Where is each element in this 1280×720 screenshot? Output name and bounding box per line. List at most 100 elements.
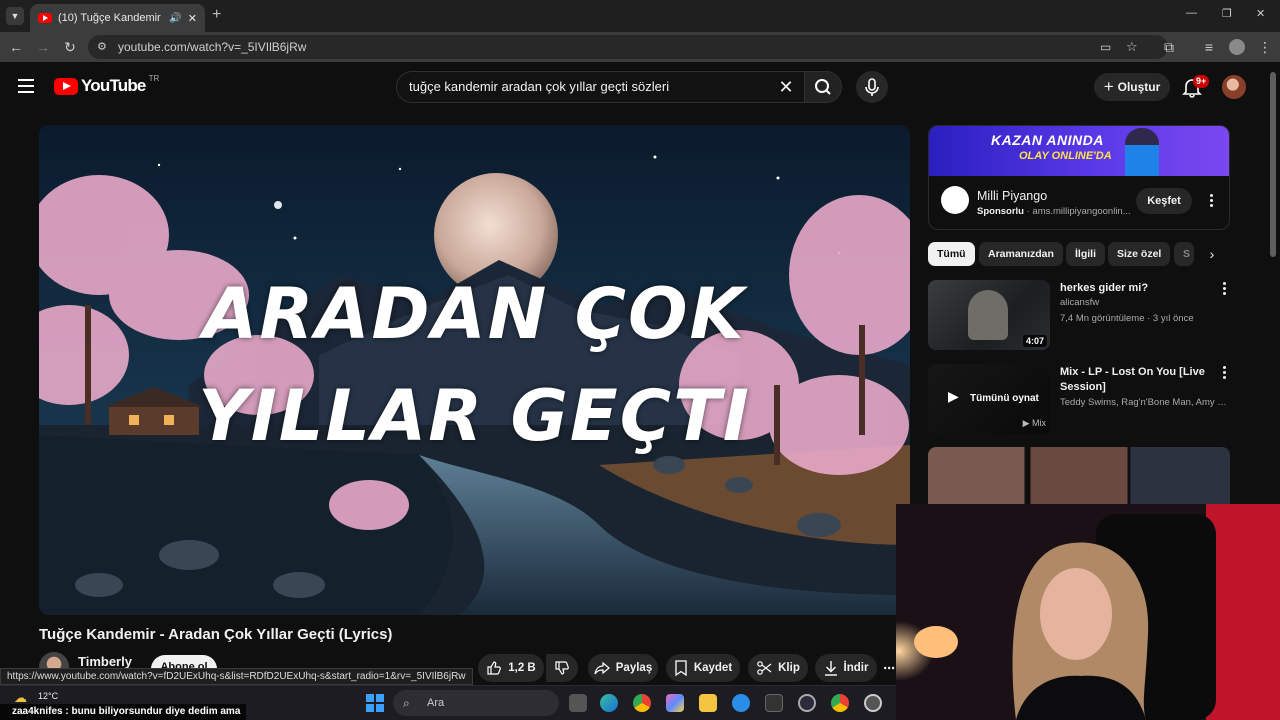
download-button[interactable]: İndir — [815, 654, 877, 682]
recommendation-thumbnail[interactable]: 4:07 — [928, 280, 1050, 350]
microphone-icon — [865, 78, 879, 96]
media-control-button[interactable]: ≡ — [1198, 32, 1220, 62]
more-actions-button[interactable]: ⋯ — [882, 654, 896, 682]
media-queue-icon: ≡ — [1204, 39, 1214, 55]
youtube-play-icon — [54, 77, 78, 95]
terminal-icon[interactable] — [765, 694, 783, 712]
dislike-button[interactable] — [546, 654, 578, 682]
save-button[interactable]: Kaydet — [666, 654, 740, 682]
edge-browser-icon[interactable] — [600, 694, 618, 712]
video-duration: 4:07 — [1022, 335, 1047, 347]
youtube-header: YouTube TR tuğçe kandemir aradan çok yıl… — [0, 62, 1280, 112]
recommendation-channel[interactable]: alicansfw — [1060, 297, 1230, 308]
ad-domain: · ams.millipiyangoonlin... — [1026, 206, 1131, 217]
chip-all[interactable]: Tümü — [928, 242, 975, 266]
video-title: Tuğçe Kandemir - Aradan Çok Yıllar Geçti… — [39, 626, 393, 643]
chip-related[interactable]: İlgili — [1066, 242, 1105, 266]
site-info-icon[interactable]: ⚙ — [97, 35, 107, 59]
search-button[interactable] — [804, 71, 842, 103]
url-bar[interactable]: ⚙ youtube.com/watch?v=_5IVIlB6jRw ▭ ☆ — [88, 35, 1168, 59]
recommendation-menu-icon[interactable] — [1217, 280, 1231, 298]
task-view-icon[interactable] — [569, 694, 587, 712]
recommendation-meta: 7,4 Mn görüntüleme · 3 yıl önce — [1060, 313, 1194, 324]
reload-button[interactable]: ↻ — [59, 32, 81, 62]
extensions-button[interactable]: ⧉ — [1158, 32, 1180, 62]
advertiser-name[interactable]: Milli Piyango — [977, 189, 1047, 203]
url-text: youtube.com/watch?v=_5IVIlB6jRw — [118, 40, 307, 54]
profile-avatar[interactable] — [1229, 39, 1245, 55]
chat-app-icon[interactable] — [732, 694, 750, 712]
chip-partial[interactable]: S — [1174, 242, 1194, 266]
mix-menu-icon[interactable] — [1217, 364, 1231, 382]
next-recommendation-thumbnail[interactable] — [928, 447, 1230, 507]
like-button[interactable]: 1,2 B — [478, 654, 544, 682]
taskbar-search[interactable]: ⌕ Ara — [393, 690, 559, 716]
youtube-favicon-icon — [38, 13, 52, 23]
search-input[interactable]: tuğçe kandemir aradan çok yıllar geçti s… — [396, 71, 804, 103]
clip-button[interactable]: Klip — [748, 654, 808, 682]
download-icon — [824, 661, 837, 676]
save-label: Kaydet — [693, 662, 733, 674]
sponsored-ad-card[interactable]: KAZAN ANINDA OLAY ONLINE'DA Milli Piyang… — [928, 125, 1230, 230]
browser-tab-bar: ▼ (10) Tuğçe Kandemir - Arad 🔊 ✕ + — ❐ ✕ — [0, 0, 1280, 32]
tab-close-icon[interactable]: ✕ — [188, 12, 197, 25]
arrow-right-icon: → — [36, 39, 50, 55]
restore-button[interactable]: ❐ — [1222, 7, 1232, 20]
browser-menu-button[interactable]: ⋮ — [1254, 32, 1276, 62]
chevron-right-icon: › — [1209, 246, 1215, 262]
search-icon: ⌕ — [403, 696, 410, 710]
video-frame-scenery — [39, 125, 910, 615]
obs-icon[interactable] — [798, 694, 816, 712]
chevron-down-icon: ▼ — [10, 11, 20, 21]
bookmark-star-icon[interactable]: ☆ — [1126, 35, 1138, 59]
chrome-icon[interactable] — [633, 694, 651, 712]
mix-badge-label: Mix — [1032, 418, 1046, 428]
voice-search-button[interactable] — [856, 71, 888, 103]
advertiser-logo[interactable] — [941, 186, 969, 214]
puzzle-icon: ⧉ — [1164, 39, 1174, 55]
create-button[interactable]: + Oluştur — [1094, 73, 1170, 101]
copilot-icon[interactable] — [666, 694, 684, 712]
close-window-button[interactable]: ✕ — [1256, 7, 1265, 20]
new-tab-button[interactable]: + — [212, 6, 221, 24]
back-button[interactable]: ← — [5, 32, 27, 62]
ad-banner-image[interactable]: KAZAN ANINDA OLAY ONLINE'DA — [929, 126, 1229, 176]
tab-search-button[interactable]: ▼ — [6, 7, 24, 25]
share-button[interactable]: Paylaş — [588, 654, 658, 682]
account-avatar[interactable] — [1222, 75, 1246, 99]
ad-explore-button[interactable]: Keşfet — [1136, 188, 1192, 214]
channel-name[interactable]: Timberly — [78, 654, 132, 669]
notification-count-badge: 9+ — [1193, 75, 1210, 88]
reload-icon: ↻ — [64, 39, 76, 55]
mix-title[interactable]: Mix - LP - Lost On You [Live Session] — [1060, 365, 1210, 395]
page-scrollbar[interactable] — [1270, 72, 1276, 257]
hamburger-menu-icon[interactable] — [18, 79, 34, 93]
minimize-button[interactable]: — — [1186, 7, 1197, 19]
like-count: 1,2 B — [508, 662, 536, 674]
browser-tab[interactable]: (10) Tuğçe Kandemir - Arad 🔊 ✕ — [30, 4, 205, 32]
video-player[interactable]: ARADAN ÇOK YILLAR GEÇTI — [39, 125, 910, 615]
chrome-profile-icon[interactable] — [831, 694, 849, 712]
cast-icon[interactable]: ▭ — [1100, 35, 1111, 59]
chip-for-you[interactable]: Size özel — [1108, 242, 1171, 266]
share-label: Paylaş — [615, 662, 653, 674]
video-overlay-title-line1: ARADAN ÇOK — [203, 273, 746, 355]
speaker-icon[interactable]: 🔊 — [169, 13, 181, 24]
ad-banner-subline: OLAY ONLINE'DA — [1019, 150, 1112, 162]
mix-thumbnail[interactable]: ▶ Tümünü oynat ▶ Mix — [928, 364, 1050, 434]
chip-from-search[interactable]: Aramanızdan — [979, 242, 1063, 266]
file-explorer-icon[interactable] — [699, 694, 717, 712]
clear-search-icon[interactable]: ✕ — [772, 71, 800, 103]
start-button[interactable] — [366, 694, 384, 712]
weather-temperature[interactable]: 12°C — [38, 691, 58, 701]
play-all-label[interactable]: Tümünü oynat — [970, 393, 1039, 404]
ad-menu-icon[interactable] — [1204, 192, 1218, 210]
streamer-webcam-overlay — [896, 504, 1280, 720]
thumbs-down-icon — [555, 661, 569, 675]
recording-app-icon[interactable] — [864, 694, 882, 712]
bookmark-icon — [675, 660, 687, 676]
chips-next-button[interactable]: › — [1198, 242, 1226, 266]
forward-button[interactable]: → — [32, 32, 54, 62]
recommendation-title[interactable]: herkes gider mi? — [1060, 281, 1210, 296]
youtube-logo[interactable]: YouTube TR — [54, 74, 159, 96]
